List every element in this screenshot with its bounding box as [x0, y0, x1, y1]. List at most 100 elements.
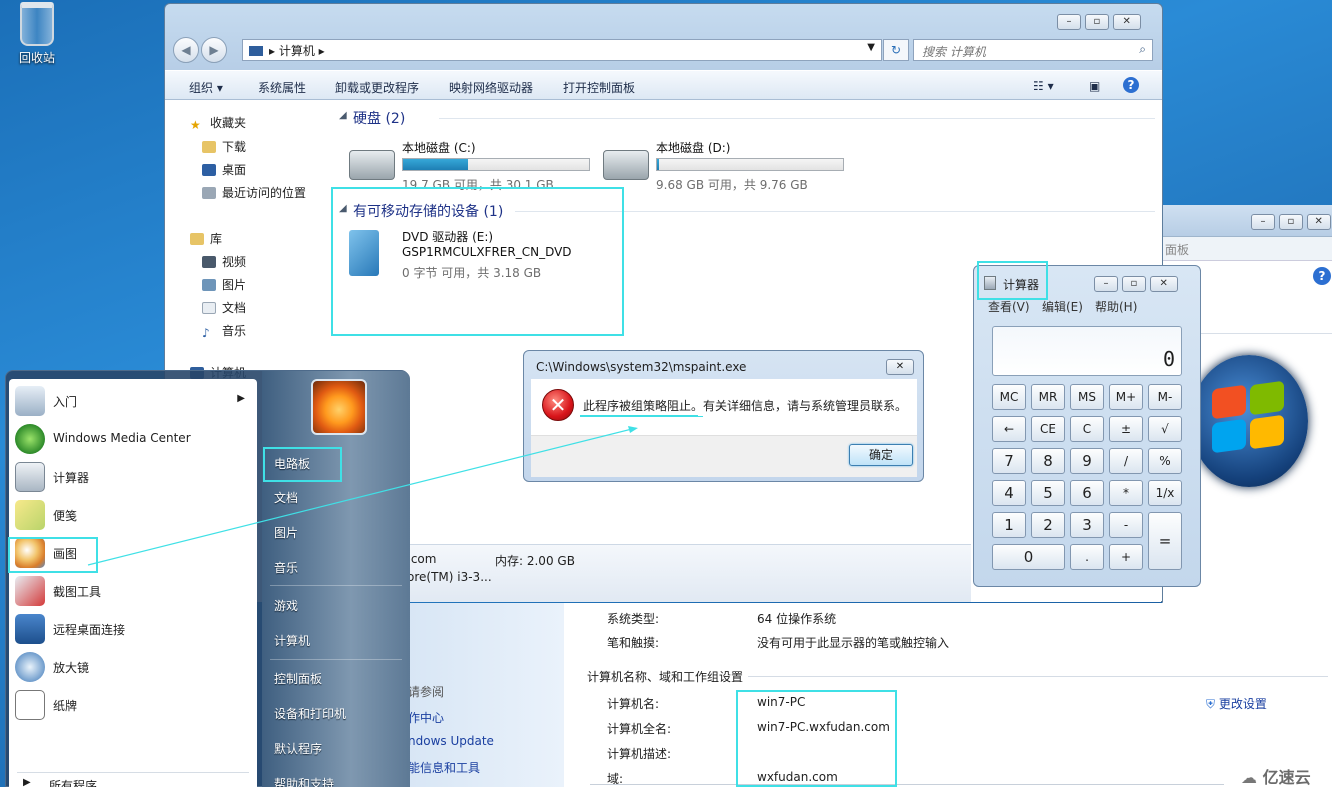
- group-collapse-icon[interactable]: ◢: [339, 110, 347, 121]
- start-item-media-center[interactable]: Windows Media Center: [13, 421, 253, 457]
- nav-pictures[interactable]: 图片: [202, 276, 246, 293]
- forward-button[interactable]: ▶: [201, 37, 227, 63]
- preview-pane-icon[interactable]: ▣: [1089, 79, 1100, 93]
- start-item-getting-started[interactable]: 入门 ▶: [13, 383, 253, 419]
- view-options-icon[interactable]: ☷ ▾: [1033, 79, 1054, 93]
- calc-key[interactable]: MR: [1031, 384, 1065, 410]
- start-place-music[interactable]: 音乐: [274, 559, 298, 576]
- watermark-logo-icon: ☁: [1241, 768, 1257, 787]
- calc-key[interactable]: +: [1109, 544, 1143, 570]
- nav-downloads[interactable]: 下载: [202, 138, 246, 155]
- drive-c-name[interactable]: 本地磁盘 (C:): [402, 139, 476, 156]
- nav-recent[interactable]: 最近访问的位置: [202, 184, 306, 201]
- control-panel-button[interactable]: 打开控制面板: [563, 79, 635, 96]
- nav-libraries[interactable]: 库: [190, 230, 222, 247]
- calc-key[interactable]: ±: [1109, 416, 1143, 442]
- start-place-control-panel[interactable]: 控制面板: [274, 670, 322, 687]
- start-place-devices-printers[interactable]: 设备和打印机: [274, 705, 346, 722]
- minimize-button[interactable]: –: [1057, 14, 1081, 30]
- drive-d-info: 9.68 GB 可用，共 9.76 GB: [656, 178, 808, 192]
- hdd-group-header[interactable]: 硬盘 (2): [353, 108, 405, 128]
- maximize-button[interactable]: ▫: [1084, 14, 1109, 30]
- calc-key[interactable]: C: [1070, 416, 1104, 442]
- start-place-documents[interactable]: 文档: [274, 489, 298, 506]
- start-item-remote-desktop[interactable]: 远程桌面连接: [13, 611, 253, 647]
- calc-key[interactable]: 7: [992, 448, 1026, 474]
- calc-key[interactable]: 6: [1070, 480, 1104, 506]
- calc-key[interactable]: MC: [992, 384, 1026, 410]
- calc-key[interactable]: =: [1148, 512, 1182, 570]
- calc-key[interactable]: /: [1109, 448, 1143, 474]
- uninstall-button[interactable]: 卸载或更改程序: [335, 79, 419, 96]
- user-picture[interactable]: [311, 379, 367, 435]
- menu-help[interactable]: 帮助(H): [1095, 298, 1137, 315]
- calc-key[interactable]: 9: [1070, 448, 1104, 474]
- menu-view[interactable]: 查看(V): [988, 298, 1030, 315]
- change-settings-link[interactable]: ⛨ 更改设置: [1206, 695, 1267, 712]
- maximize-button[interactable]: ▫: [1278, 214, 1303, 230]
- minimize-button[interactable]: –: [1094, 276, 1118, 292]
- help-icon[interactable]: ?: [1123, 77, 1139, 93]
- ok-button[interactable]: 确定: [849, 444, 913, 466]
- menu-edit[interactable]: 编辑(E): [1042, 298, 1083, 315]
- calc-key[interactable]: MS: [1070, 384, 1104, 410]
- nav-music[interactable]: ♪ 音乐: [202, 322, 246, 340]
- start-item-calculator[interactable]: 计算器: [13, 459, 253, 495]
- calc-key[interactable]: *: [1109, 480, 1143, 506]
- map-drive-button[interactable]: 映射网络驱动器: [449, 79, 533, 96]
- start-item-magnifier[interactable]: 放大镜: [13, 649, 253, 685]
- start-place-computer[interactable]: 计算机: [274, 632, 310, 649]
- address-dropdown-icon[interactable]: ▼: [867, 42, 875, 53]
- search-input[interactable]: 搜索 计算机 ⌕: [913, 39, 1153, 61]
- calc-key[interactable]: CE: [1031, 416, 1065, 442]
- close-button[interactable]: ✕: [1149, 276, 1178, 292]
- system-properties-button[interactable]: 系统属性: [258, 79, 306, 96]
- see-also-link: 请参阅: [408, 685, 445, 699]
- help-icon[interactable]: ?: [1313, 267, 1331, 285]
- calc-key[interactable]: √: [1148, 416, 1182, 442]
- system-window-address[interactable]: 面板: [1163, 237, 1332, 261]
- close-button[interactable]: ✕: [1306, 214, 1331, 230]
- action-center-link[interactable]: 作中心: [408, 709, 444, 726]
- start-place-default-programs[interactable]: 默认程序: [274, 740, 322, 757]
- calc-key[interactable]: 5: [1031, 480, 1065, 506]
- calc-key[interactable]: 4: [992, 480, 1026, 506]
- start-item-sticky-notes[interactable]: 便笺: [13, 497, 253, 533]
- close-button[interactable]: ✕: [1112, 14, 1141, 30]
- start-item-solitaire[interactable]: 纸牌: [13, 687, 253, 723]
- computer-name-section: 计算机名称、域和工作组设置: [587, 670, 744, 684]
- calc-key[interactable]: %: [1148, 448, 1182, 474]
- dialog-close-button[interactable]: ✕: [886, 359, 914, 375]
- minimize-button[interactable]: –: [1251, 214, 1275, 230]
- start-item-snipping-tool[interactable]: 截图工具: [13, 573, 253, 609]
- performance-link[interactable]: 能信息和工具: [408, 759, 480, 776]
- nav-favorites[interactable]: ★ 收藏夹: [190, 114, 246, 132]
- drive-d-name[interactable]: 本地磁盘 (D:): [656, 139, 730, 156]
- calc-key[interactable]: -: [1109, 512, 1143, 538]
- calc-key[interactable]: 3: [1070, 512, 1104, 538]
- calc-key[interactable]: 2: [1031, 512, 1065, 538]
- recycle-bin-desktop-icon[interactable]: 回收站: [8, 2, 66, 66]
- organize-button[interactable]: 组织 ▾: [189, 79, 223, 96]
- all-programs-link[interactable]: 所有程序: [49, 777, 97, 787]
- calc-key[interactable]: ←: [992, 416, 1026, 442]
- calc-key[interactable]: .: [1070, 544, 1104, 570]
- calc-key[interactable]: 0: [992, 544, 1065, 570]
- start-place-games[interactable]: 游戏: [274, 597, 298, 614]
- back-button[interactable]: ◀: [173, 37, 199, 63]
- calc-key[interactable]: M-: [1148, 384, 1182, 410]
- nav-desktop[interactable]: 桌面: [202, 161, 246, 178]
- start-place-help[interactable]: 帮助和支持: [274, 775, 334, 787]
- nav-videos[interactable]: 视频: [202, 253, 246, 270]
- address-bar[interactable]: ▸ 计算机 ▸ ▼: [242, 39, 882, 61]
- nav-documents[interactable]: 文档: [202, 299, 246, 316]
- search-icon: ⌕: [1139, 42, 1146, 56]
- refresh-icon[interactable]: ↻: [883, 39, 909, 61]
- calc-key[interactable]: M+: [1109, 384, 1143, 410]
- calc-key[interactable]: 1/x: [1148, 480, 1182, 506]
- start-place-pictures[interactable]: 图片: [274, 524, 298, 541]
- maximize-button[interactable]: ▫: [1121, 276, 1146, 292]
- windows-update-link[interactable]: ndows Update: [408, 734, 494, 748]
- calc-key[interactable]: 1: [992, 512, 1026, 538]
- calc-key[interactable]: 8: [1031, 448, 1065, 474]
